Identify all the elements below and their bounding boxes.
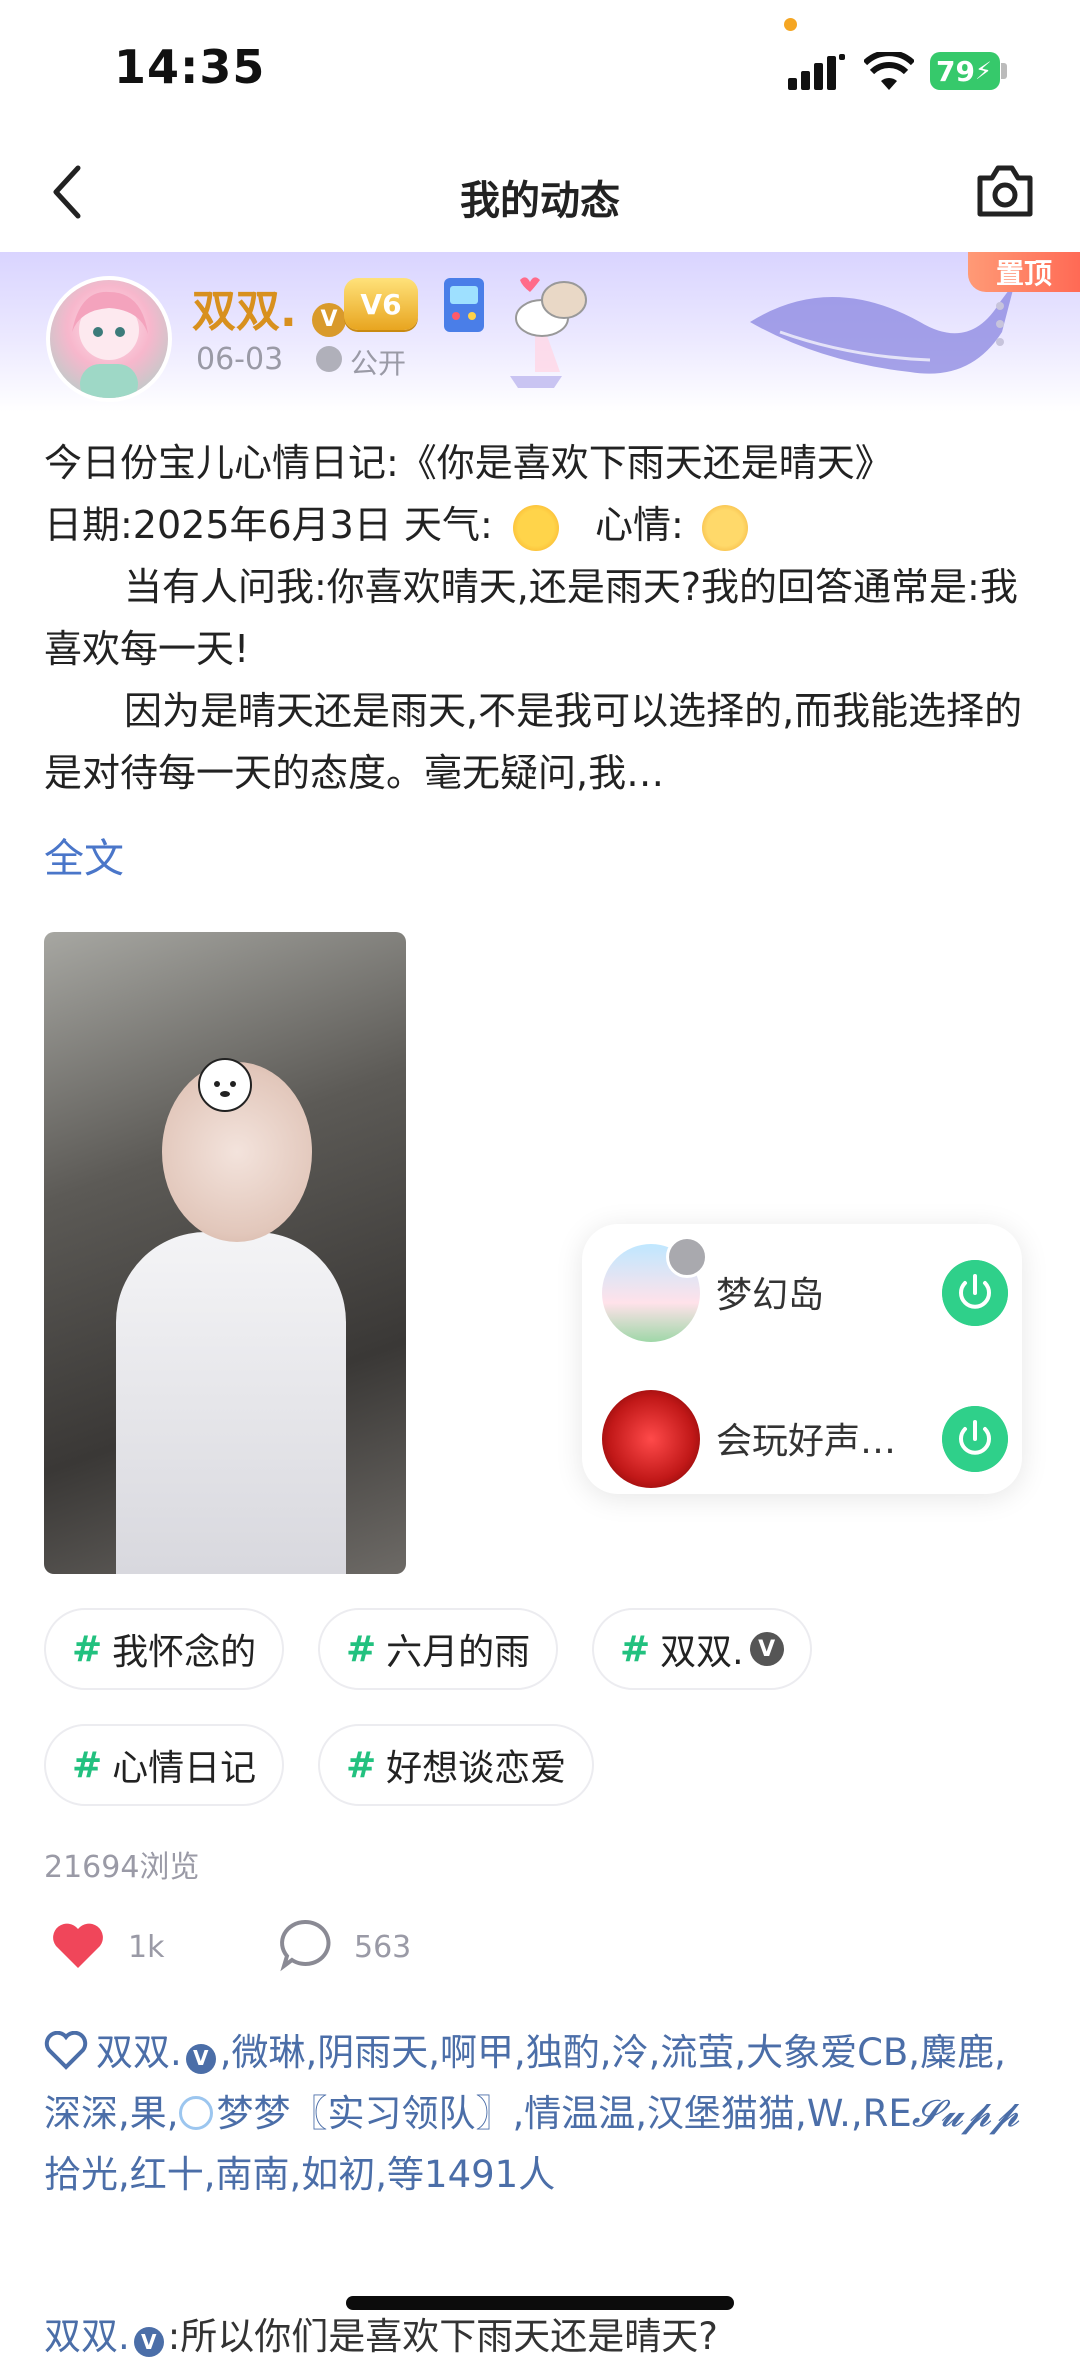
view-count: 21694浏览 <box>44 1850 200 1885</box>
avatar-illustration <box>72 291 148 398</box>
comment-count: 563 <box>354 1930 412 1965</box>
signal-icon <box>788 54 845 90</box>
level-badge: V6 <box>344 278 418 330</box>
verified-badge: V <box>133 2327 164 2357</box>
post-date: 06-03 <box>196 342 284 377</box>
power-button-icon[interactable] <box>942 1406 1008 1472</box>
photo-figure-body <box>116 1232 346 1574</box>
dog-sticker-icon <box>198 1058 252 1112</box>
game-item-voice[interactable]: 会玩好声… <box>592 1382 1012 1492</box>
bubble-emoji-icon <box>178 2096 213 2130</box>
verified-badge: V <box>312 302 347 337</box>
game-item-dreamland[interactable]: 梦幻岛 <box>592 1236 1012 1346</box>
post-line-weather: 日期:2025年6月3日 天气: 心情: <box>44 494 1036 556</box>
liker-names-text: 拾光,红十,南南,如初,等1491人 <box>44 2153 556 2196</box>
tag-label: 心情日记 <box>112 1748 257 1789</box>
cat-sticker-icon <box>515 277 587 337</box>
liker-names-text: 梦梦〖实习领队〗,情温温,汉堡猫猫,W.,RE <box>216 2092 912 2135</box>
voice-game-icon <box>602 1390 700 1488</box>
post-paragraph-1: 当有人问我:你喜欢晴天,还是雨天?我的回答通常是:我喜欢每一天! <box>44 565 1018 671</box>
tag-label: 好想谈恋爱 <box>386 1748 567 1789</box>
battery-indicator: 79 ⚡ <box>930 52 1000 90</box>
comment-preview[interactable]: 双双. V:所以你们是喜欢下雨天还是晴天? <box>44 2306 718 2360</box>
post-photo[interactable] <box>44 932 406 1574</box>
author-name[interactable]: 双双. V <box>192 275 347 339</box>
post-date-weather-text: 日期:2025年6月3日 天气: <box>44 503 493 547</box>
sun-emoji-icon <box>512 504 559 551</box>
post-paragraph-2: 因为是晴天还是雨天,不是我可以选择的,而我能选择的是对待每一天的态度。毫无疑问,… <box>44 689 1023 795</box>
topic-tag[interactable]: # 心情日记 <box>44 1724 285 1806</box>
verified-badge: V <box>185 2043 216 2074</box>
tag-label: 六月的雨 <box>386 1632 531 1673</box>
wifi-icon <box>864 52 914 90</box>
game-name: 梦幻岛 <box>716 1275 825 1316</box>
link-icon <box>666 1236 708 1278</box>
more-options-icon[interactable] <box>996 302 1006 356</box>
tag-label: 双双. <box>660 1632 744 1673</box>
arcade-badge-icon <box>444 278 484 332</box>
game-name: 会玩好声… <box>716 1421 897 1462</box>
topic-tag[interactable]: # 六月的雨 <box>318 1608 559 1690</box>
author-avatar[interactable] <box>46 276 172 402</box>
hug-emoji-icon <box>701 504 748 551</box>
topic-tag[interactable]: # 好想谈恋爱 <box>318 1724 595 1806</box>
hash-icon: # <box>346 1628 377 1670</box>
likers-list[interactable]: 双双. V ,微琳,阴雨天,啊甲,独酌,泠,流萤,大象爱CB,麋鹿,深深,果, 梦梦〖… <box>44 2022 1036 2205</box>
liker-stylized-name: 𝓢𝓾𝓹𝓹 <box>911 2092 1020 2135</box>
heart-filled-icon[interactable] <box>50 1920 106 1970</box>
hash-icon: # <box>72 1628 103 1670</box>
post-body: 今日份宝儿心情日记:《你是喜欢下雨天还是晴天》 日期:2025年6月3日 天气:… <box>44 432 1036 804</box>
post-line-title: 今日份宝儿心情日记:《你是喜欢下雨天还是晴天》 <box>44 441 893 485</box>
author-name-text: 双双. <box>192 286 297 337</box>
topic-tag[interactable]: # 我怀念的 <box>44 1608 285 1690</box>
home-indicator[interactable] <box>346 2296 734 2310</box>
heart-outline-icon <box>44 2030 88 2070</box>
hash-icon: # <box>346 1744 377 1786</box>
post-mood-text: 心情: <box>594 503 684 547</box>
pinned-badge: 置顶 <box>968 252 1080 292</box>
verified-badge: V <box>749 1632 784 1666</box>
floating-game-panel: 梦幻岛 会玩好声… <box>582 1224 1022 1494</box>
hash-icon: # <box>620 1628 651 1670</box>
status-time: 14:35 <box>114 40 266 94</box>
globe-icon <box>316 346 342 372</box>
camera-indicator-dot <box>784 18 797 31</box>
visibility-label: 公开 <box>350 347 407 380</box>
full-text-link[interactable]: 全文 <box>44 826 124 884</box>
tag-label: 我怀念的 <box>112 1632 257 1673</box>
hash-icon: # <box>72 1744 103 1786</box>
topic-tag[interactable]: # 双双. V <box>592 1608 812 1690</box>
battery-tip <box>1001 63 1007 79</box>
camera-icon[interactable] <box>974 162 1036 220</box>
page-title: 我的动态 <box>460 178 620 224</box>
comment-icon[interactable] <box>278 1918 332 1972</box>
power-button-icon[interactable] <box>942 1260 1008 1326</box>
like-count: 1k <box>128 1930 165 1965</box>
liker-name[interactable]: 双双. <box>96 2031 182 2074</box>
